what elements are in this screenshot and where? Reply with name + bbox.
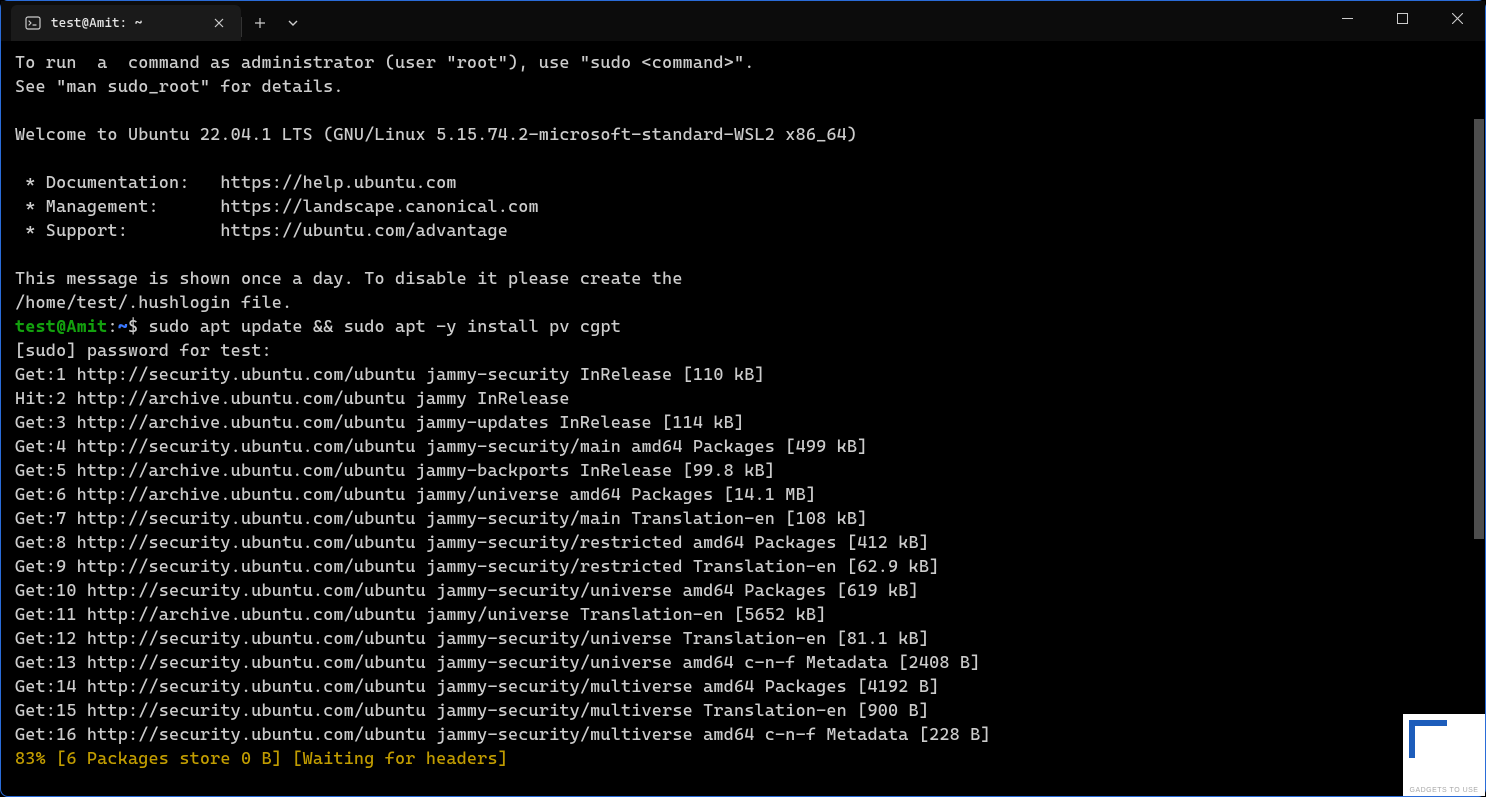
tab-title: test@Amit: ~ [51, 16, 199, 31]
window-titlebar: test@Amit: ~ [1, 1, 1485, 41]
window-controls [1320, 1, 1485, 41]
maximize-button[interactable] [1375, 1, 1430, 35]
watermark-logo: GADGETS TO USE [1403, 714, 1485, 796]
scrollbar-thumb[interactable] [1474, 119, 1484, 539]
command-text: sudo apt update && sudo apt -y install p… [149, 317, 621, 337]
tab-dropdown-button[interactable] [278, 5, 308, 41]
watermark-text: GADGETS TO USE [1403, 787, 1485, 794]
terminal-icon [25, 15, 41, 31]
prompt-sep: : [107, 317, 117, 337]
prompt-path: ~ [118, 317, 128, 337]
new-tab-button[interactable] [242, 5, 278, 41]
tab-close-button[interactable] [209, 13, 229, 33]
apt-output: [sudo] password for test: Get:1 http://s… [15, 341, 991, 745]
terminal-tab[interactable]: test@Amit: ~ [11, 5, 241, 41]
vertical-scrollbar[interactable] [1473, 41, 1485, 796]
motd-text: To run a command as administrator (user … [15, 53, 857, 313]
minimize-button[interactable] [1320, 1, 1375, 35]
prompt-user-host: test@Amit [15, 317, 107, 337]
window-close-button[interactable] [1430, 1, 1485, 35]
terminal-output-area[interactable]: To run a command as administrator (user … [1, 41, 1485, 796]
prompt-dollar: $ [128, 317, 149, 337]
progress-line: 83% [6 Packages store 0 B] [Waiting for … [15, 749, 508, 769]
tab-strip: test@Amit: ~ [1, 1, 308, 41]
